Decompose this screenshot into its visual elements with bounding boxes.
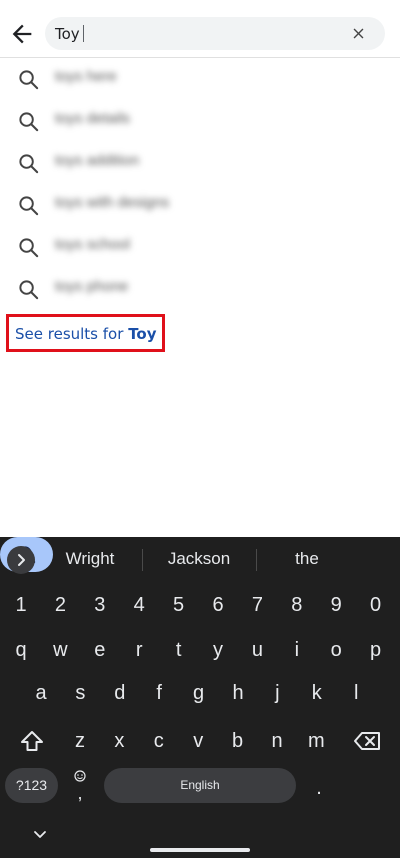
keyboard-key[interactable]: d [102,678,138,708]
search-icon [19,112,39,132]
keyboard-key[interactable]: h [220,678,256,708]
shift-icon[interactable] [14,726,50,756]
suggestion-item[interactable]: toys addition [0,142,400,184]
search-icon [19,154,39,174]
keyboard-key[interactable]: 5 [161,590,197,620]
keyboard-key[interactable]: q [3,635,39,665]
suggestion-item[interactable]: toys here [0,58,400,100]
keyboard-key[interactable]: t [161,635,197,665]
search-query: Toy [55,25,84,43]
keyboard-key[interactable]: k [299,678,335,708]
search-icon [19,196,39,216]
search-input[interactable]: Toy [45,17,385,50]
keyboard-key[interactable]: r [121,635,157,665]
arrow-left-icon[interactable] [8,20,36,48]
keyboard-key[interactable]: 8 [279,590,315,620]
keyboard-key[interactable]: s [62,678,98,708]
keyboard-key[interactable]: x [101,726,137,756]
keyboard-key[interactable]: m [298,726,334,756]
keyboard-key[interactable]: 7 [239,590,275,620]
keyboard-suggestion[interactable]: the [262,549,352,569]
keyboard-key[interactable]: 3 [82,590,118,620]
suggestion-text: toys with designs [55,194,170,211]
keyboard-key[interactable]: 0 [358,590,394,620]
comma-label: , [77,783,83,803]
keyboard-key[interactable]: p [358,635,394,665]
suggestion-text: toys school [55,236,131,253]
symbols-key[interactable]: ?123 [5,768,58,803]
see-results-link[interactable]: See results for Toy [6,314,165,352]
keyboard-key[interactable]: i [279,635,315,665]
suggestion-item[interactable]: toys details [0,100,400,142]
keyboard-key[interactable]: y [200,635,236,665]
keyboard-key[interactable]: n [259,726,295,756]
search-icon [19,280,39,300]
search-bar: Toy [0,0,400,58]
keyboard-key[interactable]: a [23,678,59,708]
keyboard-key[interactable]: b [220,726,256,756]
keyboard-key[interactable]: 9 [318,590,354,620]
keyboard-key[interactable]: 6 [200,590,236,620]
suggestion-text: toys here [55,68,117,85]
suggestion-item[interactable]: toys phone [0,268,400,310]
keyboard-key[interactable]: w [42,635,78,665]
keyboard-key[interactable]: g [181,678,217,708]
keyboard-expand-button[interactable] [7,546,35,574]
suggestion-text: toys phone [55,278,129,295]
keyboard-key[interactable]: c [141,726,177,756]
keyboard-key[interactable]: l [338,678,374,708]
keyboard-key[interactable]: j [259,678,295,708]
see-results-label: See results for Toy [15,325,157,343]
keyboard-key[interactable]: 4 [121,590,157,620]
keyboard-key[interactable]: e [82,635,118,665]
suggestion-item[interactable]: toys with designs [0,184,400,226]
suggestion-text: toys details [55,110,131,127]
keyboard-key[interactable]: f [141,678,177,708]
keyboard-suggestion-divider [256,549,257,571]
space-key[interactable]: English [104,768,296,803]
keyboard-suggestion-strip: Wright Jackson the [0,537,400,581]
suggestion-item[interactable]: toys school [0,226,400,268]
keyboard-suggestion[interactable]: Wright [45,549,135,569]
close-icon[interactable] [350,25,367,42]
suggestion-list: toys here toys details toys addition toy… [0,58,400,310]
keyboard-key[interactable]: 1 [3,590,39,620]
period-key[interactable]: . [301,773,337,803]
see-results-prefix: See results for [15,325,124,343]
comma-emoji-key[interactable]: , [62,768,98,804]
on-screen-keyboard: Wright Jackson the 1234567890 qwertyuiop a… [0,537,400,858]
suggestion-text: toys addition [55,152,140,169]
keyboard-key[interactable]: o [318,635,354,665]
search-icon [19,70,39,90]
chevron-right-icon [18,554,25,566]
see-results-query: Toy [128,325,157,343]
keyboard-key[interactable]: z [62,726,98,756]
chevron-down-icon[interactable] [30,827,50,843]
keyboard-key[interactable]: v [180,726,216,756]
keyboard-key[interactable]: u [239,635,275,665]
keyboard-suggestion-divider [142,549,143,571]
text-caret [82,25,84,42]
backspace-icon[interactable] [350,726,386,756]
keyboard-key[interactable]: 2 [42,590,78,620]
search-icon [19,238,39,258]
gesture-nav-handle[interactable] [150,848,250,852]
keyboard-suggestion[interactable]: Jackson [150,549,248,569]
